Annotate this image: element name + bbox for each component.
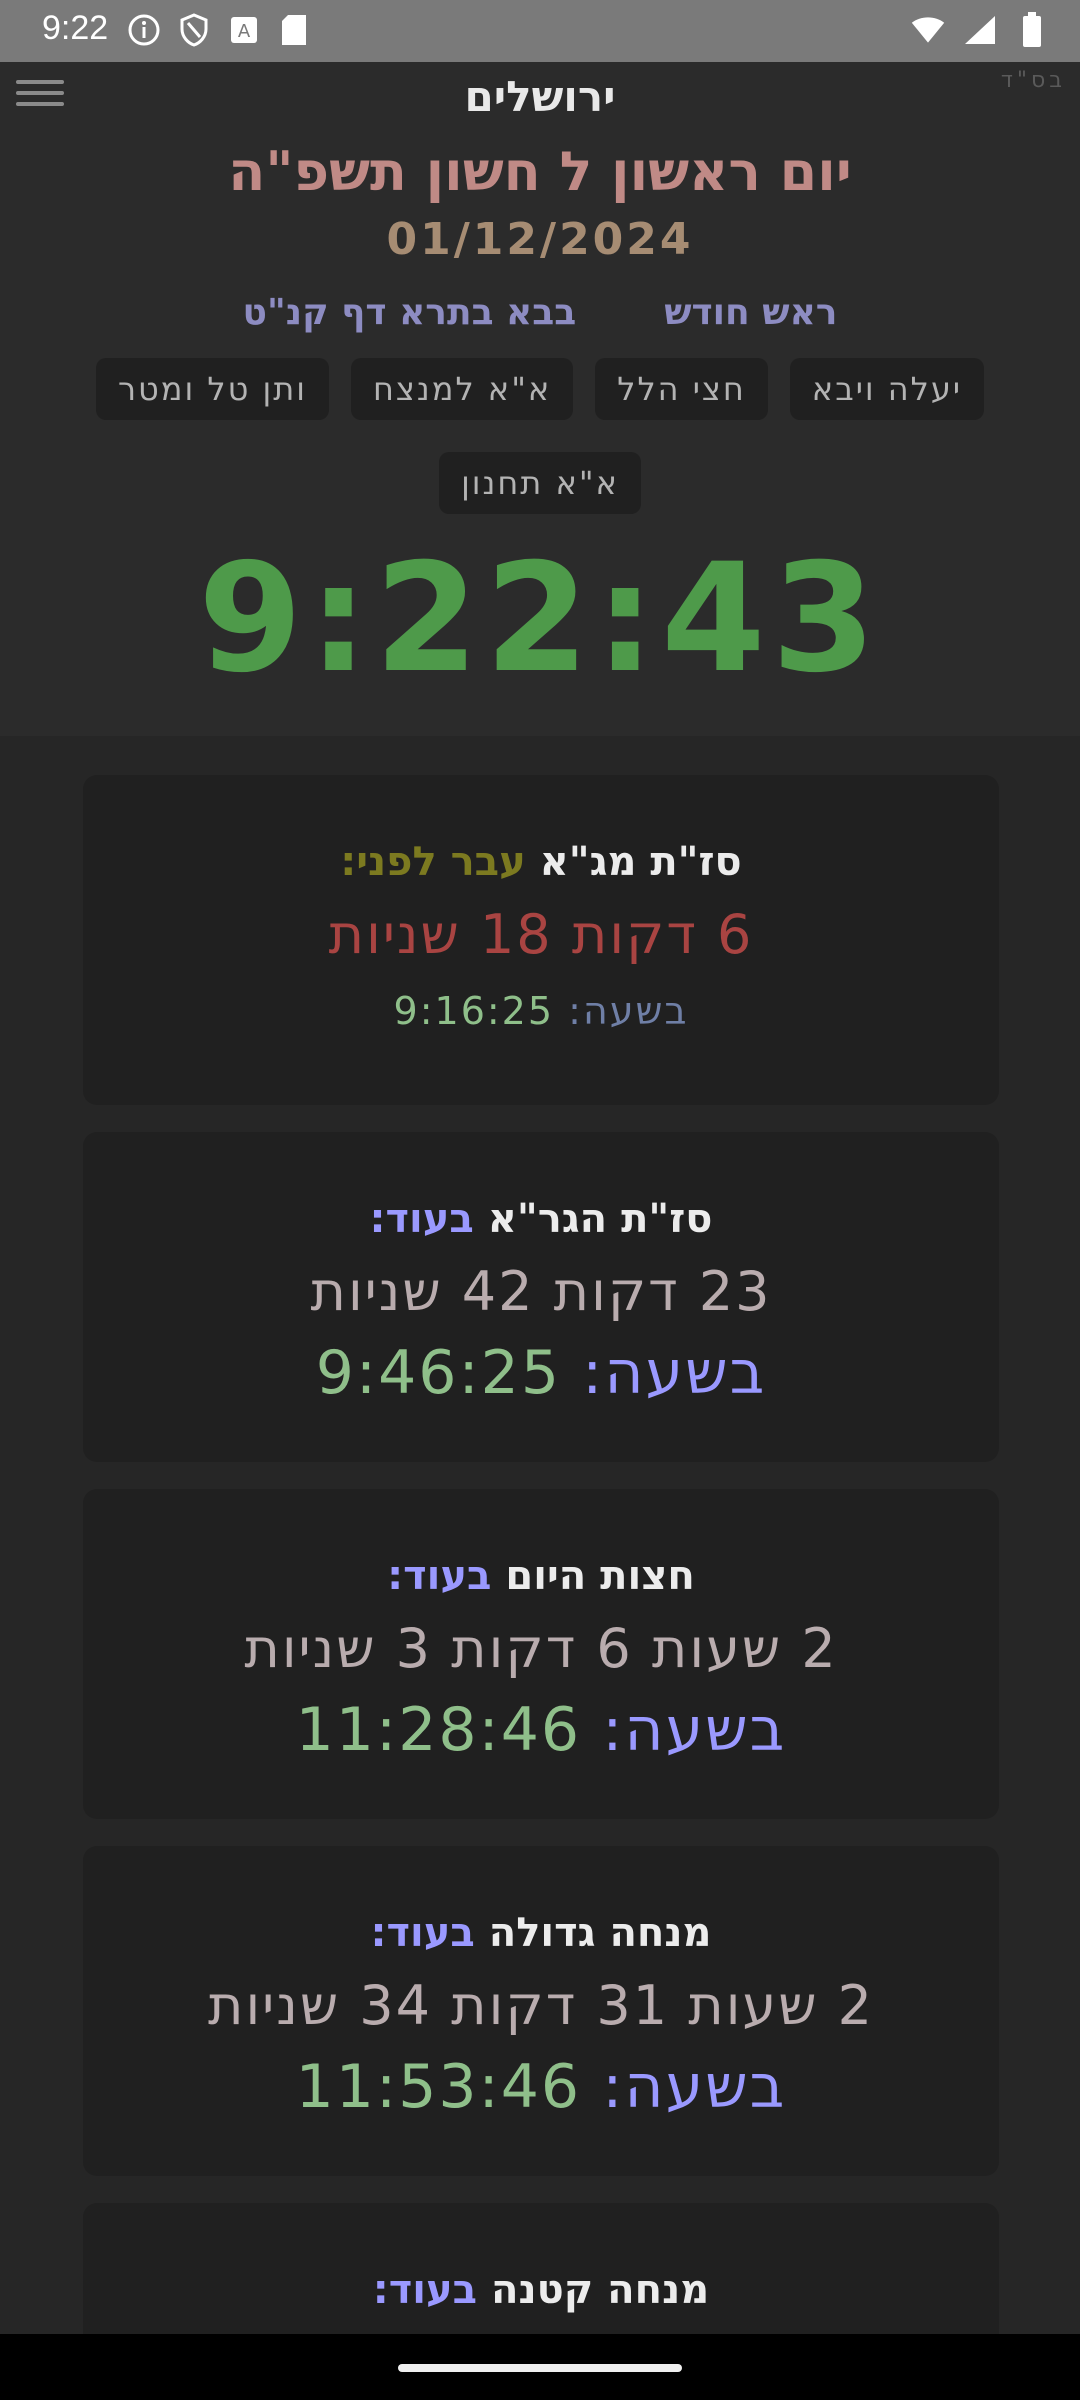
zman-at-label: בשעה: [602, 2052, 787, 2122]
zman-title: מנחה גדולה בעוד: [83, 1910, 999, 1956]
zman-card[interactable]: חצות היום בעוד: 2 שעות 6 דקות 3 שניות בש… [83, 1489, 999, 1819]
battery-icon [1014, 12, 1050, 48]
note-chip: א"א למנצח [351, 358, 574, 420]
day-info: ראש חודש בבא בתרא דף קנ"ט [0, 292, 1080, 333]
zman-card[interactable]: מנחה גדולה בעוד: 2 שעות 31 דקות 34 שניות… [83, 1846, 999, 2176]
zman-title: מנחה קטנה בעוד: [83, 2267, 999, 2313]
zman-at-label: בשעה: [602, 1695, 787, 1765]
zman-card[interactable]: סז"ת מג"א עבר לפני: 6 דקות 18 שניות בשעה… [83, 775, 999, 1105]
prayer-notes-row-2: א"א תחנון [0, 452, 1080, 514]
daf-yomi-label: בבא בתרא דף קנ"ט [242, 292, 577, 333]
hebrew-date: יום ראשון ל חשון תשפ"ה [228, 140, 852, 203]
prayer-notes-row-1: יעלה ויבא חצי הלל א"א למנצח ותן טל ומטר [0, 358, 1080, 420]
zman-status: בעוד: [372, 2267, 478, 2313]
zman-at: בשעה: 9:46:25 [83, 1338, 999, 1408]
info-icon [126, 12, 162, 48]
signal-icon [962, 12, 998, 48]
sd-card-icon [276, 12, 312, 48]
zman-at-time: 11:53:46 [295, 2052, 582, 2122]
zman-at: בשעה: 11:28:46 [83, 1695, 999, 1765]
status-time: 9:22 [42, 9, 109, 47]
zman-remaining: 2 שעות 31 דקות 34 שניות [207, 1974, 875, 2037]
zman-remaining: 2 שעות 6 דקות 3 שניות [244, 1617, 838, 1680]
zman-at-label: בשעה: [582, 1338, 767, 1408]
zman-status: עבר לפני: [340, 839, 526, 885]
current-time-clock: 9:22:43 [198, 532, 882, 706]
zman-title: סז"ת הגר"א בעוד: [83, 1196, 999, 1242]
zman-at-time: 9:46:25 [315, 1338, 562, 1408]
zman-status: בעוד: [387, 1553, 492, 1599]
zman-name: מנחה קטנה [491, 2267, 710, 2313]
shield-icon [176, 12, 212, 48]
navigation-bar [0, 2334, 1080, 2400]
zman-at-time: 9:16:25 [393, 989, 555, 1033]
zman-name: סז"ת הגר"א [487, 1196, 713, 1242]
zman-remaining: 6 דקות 18 שניות [328, 903, 754, 966]
zman-name: מנחה גדולה [488, 1910, 712, 1956]
zman-title: סז"ת מג"א עבר לפני: [83, 839, 999, 885]
wifi-icon [910, 12, 946, 48]
zman-remaining: 23 דקות 42 שניות [310, 1260, 772, 1323]
zman-at: בשעה: 11:53:46 [83, 2052, 999, 2122]
zman-status: בעוד: [370, 1910, 475, 1956]
zman-at-label: בשעה: [568, 989, 689, 1033]
zman-at-time: 11:28:46 [295, 1695, 582, 1765]
rosh-chodesh-label: ראש חודש [664, 292, 838, 333]
status-bar: 9:22 A [0, 0, 1080, 62]
gregorian-date: 01/12/2024 [386, 214, 694, 265]
zman-title: חצות היום בעוד: [83, 1553, 999, 1599]
note-chip: א"א תחנון [439, 452, 641, 514]
zman-status: בעוד: [369, 1196, 474, 1242]
svg-text:A: A [238, 21, 251, 42]
zman-at: בשעה: 9:16:25 [83, 989, 999, 1033]
home-gesture-handle[interactable] [398, 2364, 682, 2372]
note-chip: ותן טל ומטר [95, 358, 329, 420]
city-name[interactable]: ירושלים [0, 72, 1080, 121]
note-chip: חצי הלל [595, 358, 768, 420]
zman-name: סז"ת מג"א [539, 839, 742, 885]
zman-card[interactable]: סז"ת הגר"א בעוד: 23 דקות 42 שניות בשעה: … [83, 1132, 999, 1462]
a-square-icon: A [226, 12, 262, 48]
header: בס"ד ירושלים יום ראשון ל חשון תשפ"ה 01/1… [0, 62, 1080, 736]
zman-name: חצות היום [505, 1553, 695, 1599]
note-chip: יעלה ויבא [789, 358, 985, 420]
